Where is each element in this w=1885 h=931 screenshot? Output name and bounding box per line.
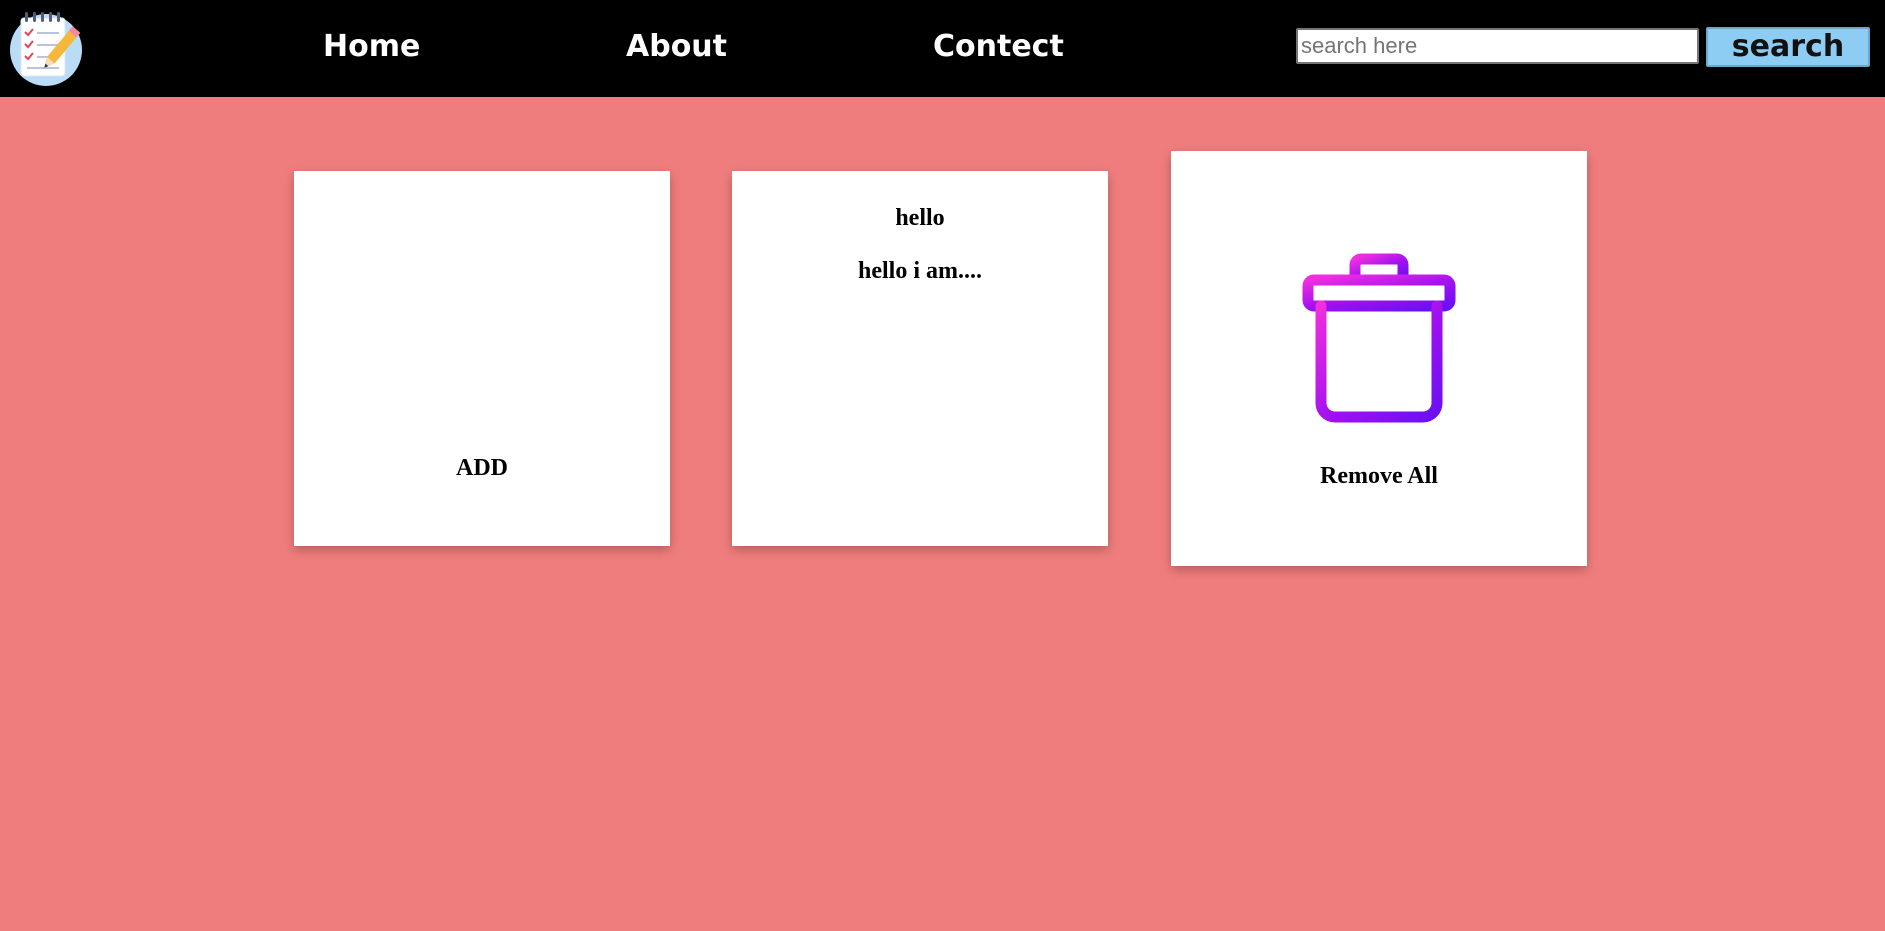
search-input[interactable] [1296, 28, 1699, 64]
navbar: Home About Contect search [0, 0, 1885, 97]
plus-icon [401, 261, 563, 423]
nav-link-home[interactable]: Home [323, 24, 420, 70]
note-body: hello i am.... [858, 258, 982, 284]
trash-icon [1302, 253, 1456, 425]
nav-link-about[interactable]: About [626, 24, 727, 70]
add-label: ADD [456, 455, 508, 481]
search-button[interactable]: search [1706, 27, 1870, 67]
nav-link-contect[interactable]: Contect [933, 24, 1064, 70]
add-note-card[interactable]: ADD [294, 171, 670, 546]
remove-all-card[interactable]: Remove All [1171, 151, 1587, 566]
note-card: hello hello i am.... [732, 171, 1108, 546]
remove-all-label: Remove All [1320, 463, 1438, 489]
note-title: hello [895, 205, 945, 231]
notepad-logo-icon[interactable] [9, 10, 83, 86]
